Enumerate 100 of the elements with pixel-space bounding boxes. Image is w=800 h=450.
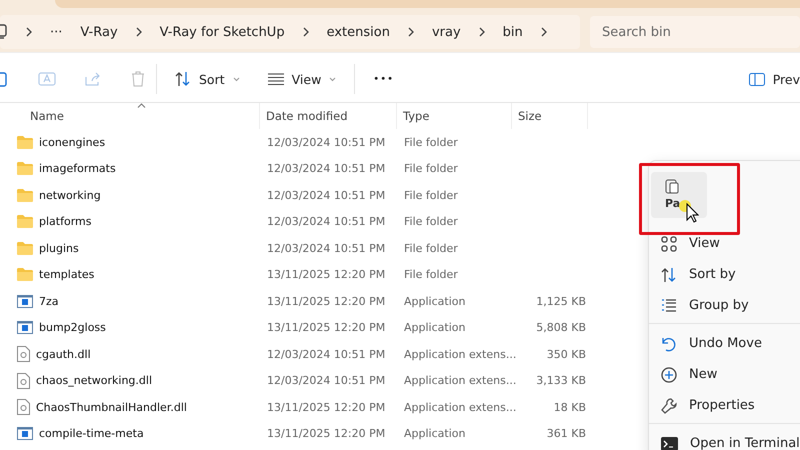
folder-icon <box>17 162 33 176</box>
date-cell: 12/03/2024 10:51 PM <box>267 188 386 202</box>
list-icon <box>661 298 677 314</box>
panel-icon <box>748 72 765 86</box>
file-name[interactable]: platforms <box>39 215 92 228</box>
breadcrumb-item[interactable]: bin <box>502 24 523 40</box>
type-cell: Application <box>404 321 466 334</box>
application-icon <box>17 427 33 440</box>
chevron-icon <box>478 27 485 37</box>
file-name[interactable]: chaos_networking.dll <box>36 374 152 388</box>
folder-icon <box>17 188 33 202</box>
date-cell: 12/03/2024 10:51 PM <box>267 215 386 228</box>
undo-icon <box>661 336 677 352</box>
sort-caret-icon <box>137 103 146 108</box>
folder-icon <box>17 242 33 255</box>
paste-button[interactable]: Pa <box>651 172 707 218</box>
caret-icon <box>329 76 336 82</box>
type-cell: File folder <box>404 242 458 255</box>
file-name[interactable]: iconengines <box>39 136 106 149</box>
date-cell: 12/03/2024 10:51 PM <box>267 242 386 255</box>
date-cell: 12/03/2024 10:51 PM <box>267 374 386 388</box>
lines-icon <box>268 73 284 85</box>
breadcrumb-item[interactable]: extension <box>326 24 390 40</box>
menu-item[interactable]: New <box>689 367 718 382</box>
chevron-icon <box>540 27 547 37</box>
type-cell: Application extens... <box>404 348 516 361</box>
column-header[interactable]: Date modified <box>266 109 348 123</box>
breadcrumb-item[interactable]: vray <box>432 24 461 40</box>
type-cell: File folder <box>404 188 458 202</box>
type-cell: File folder <box>404 136 458 149</box>
size-cell: 3,133 KB <box>536 374 586 388</box>
type-cell: Application extens... <box>404 374 516 388</box>
application-icon <box>17 321 33 334</box>
chevron-icon <box>26 27 32 37</box>
date-cell: 13/11/2025 12:20 PM <box>267 400 386 414</box>
grid-icon <box>661 236 677 252</box>
breadcrumb-item[interactable]: V-Ray <box>80 24 118 40</box>
file-name[interactable]: networking <box>39 188 101 202</box>
size-cell: 5,808 KB <box>536 321 586 334</box>
file-name[interactable]: bump2gloss <box>39 321 106 334</box>
folder-icon <box>17 215 33 228</box>
menu-item[interactable]: Undo Move <box>689 336 762 351</box>
computer-icon <box>0 24 8 40</box>
date-cell: 12/03/2024 10:51 PM <box>267 162 386 176</box>
file-gear-icon <box>17 399 30 416</box>
date-cell: 13/11/2025 12:20 PM <box>267 294 386 308</box>
type-cell: Application <box>404 427 466 440</box>
share-icon <box>84 71 102 87</box>
file-name[interactable]: plugins <box>39 242 79 255</box>
folder-icon <box>17 268 33 282</box>
delete-icon <box>130 71 146 87</box>
size-cell: 1,125 KB <box>536 294 586 308</box>
type-cell: Application <box>404 294 466 308</box>
size-cell: 350 KB <box>546 348 586 361</box>
wrench-icon <box>661 398 677 414</box>
plus-circle-icon <box>661 366 677 382</box>
sort-icon <box>661 266 677 282</box>
type-cell: File folder <box>404 268 458 282</box>
date-cell: 12/03/2024 10:51 PM <box>267 348 386 361</box>
size-cell: 361 KB <box>546 427 586 440</box>
date-cell: 13/11/2025 12:20 PM <box>267 268 386 282</box>
address-bar[interactable]: ··· V-Ray V-Ray for SketchUp extension vray bin <box>0 15 580 49</box>
application-icon <box>17 294 33 308</box>
file-name[interactable]: compile-time-meta <box>39 427 144 440</box>
preview-button[interactable]: Prev <box>740 66 800 92</box>
file-name[interactable]: ChaosThumbnailHandler.dll <box>36 400 187 414</box>
sort-icon <box>175 71 191 87</box>
breadcrumb-overflow[interactable]: ··· <box>50 24 62 40</box>
more-button[interactable]: ••• <box>365 68 402 90</box>
date-cell: 12/03/2024 10:51 PM <box>267 136 386 149</box>
menu-item[interactable]: Open in Terminal <box>690 436 800 450</box>
chevron-icon <box>136 27 142 37</box>
view-button[interactable]: View <box>260 66 344 92</box>
chevron-icon <box>302 27 309 37</box>
menu-item[interactable]: Sort by <box>689 267 736 282</box>
menu-item[interactable]: View <box>689 236 720 251</box>
file-name[interactable]: imageformats <box>39 162 116 176</box>
caret-icon <box>232 76 240 82</box>
menu-item[interactable]: Group by <box>689 298 749 313</box>
paste-icon <box>0 71 8 87</box>
folder-icon <box>17 136 33 149</box>
column-header[interactable]: Name <box>30 109 64 123</box>
menu-item[interactable]: Properties <box>689 398 755 413</box>
breadcrumb-item[interactable]: V-Ray for SketchUp <box>160 24 285 40</box>
column-header[interactable]: Size <box>518 109 542 123</box>
file-gear-icon <box>17 372 30 389</box>
column-header[interactable]: Type <box>403 109 430 123</box>
type-cell: Application extens... <box>404 400 516 414</box>
file-gear-icon <box>17 346 30 362</box>
type-cell: File folder <box>404 162 458 176</box>
file-name[interactable]: cgauth.dll <box>36 348 91 361</box>
chevron-icon <box>408 27 414 37</box>
paste-icon <box>665 178 679 194</box>
search-field[interactable]: Search bin <box>590 16 800 48</box>
size-cell: 18 KB <box>554 400 586 414</box>
date-cell: 13/11/2025 12:20 PM <box>267 427 386 440</box>
file-name[interactable]: templates <box>39 268 94 282</box>
file-name[interactable]: 7za <box>39 294 59 308</box>
date-cell: 13/11/2025 12:20 PM <box>267 321 386 334</box>
sort-button[interactable]: Sort <box>167 65 248 93</box>
